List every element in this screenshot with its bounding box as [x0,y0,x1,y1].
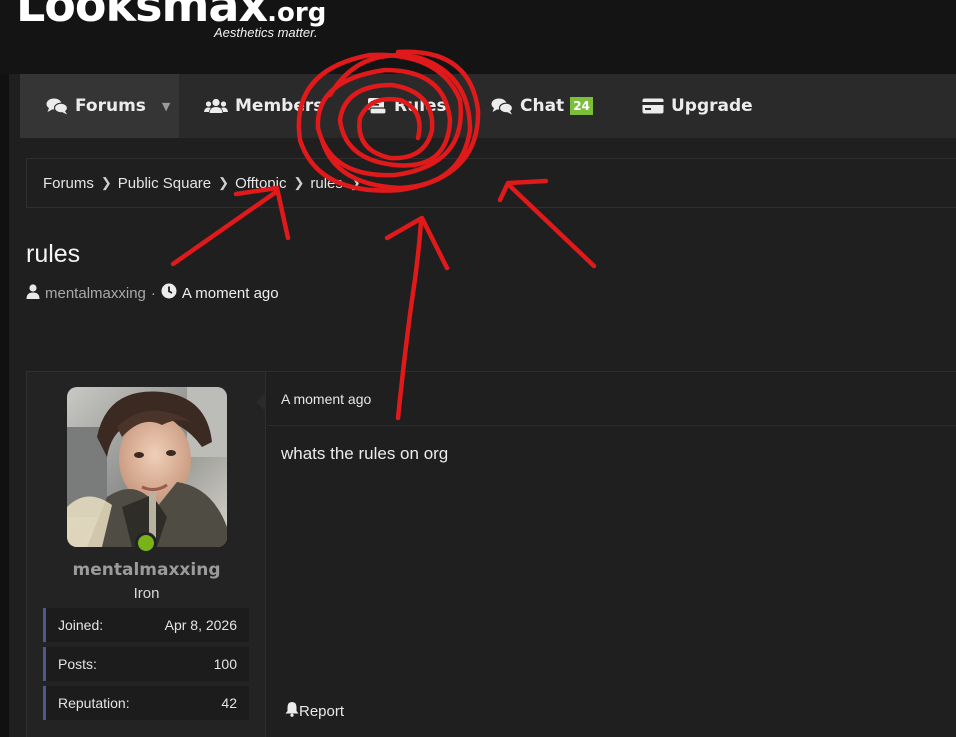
breadcrumb-item-forums[interactable]: Forums [43,175,94,192]
user-rank: Iron [133,585,160,602]
nav-forums-label: Forums [75,96,146,116]
thread-author-link[interactable]: mentalmaxxing [45,285,146,302]
chevron-right-icon: ❯ [293,175,305,190]
stat-label: Joined: [58,617,104,633]
thread-meta: mentalmaxxing · A moment ago [26,283,279,303]
book-icon [367,97,387,115]
breadcrumb-item-offtopic[interactable]: Offtopic [235,175,286,192]
nav-forums[interactable]: Forums ▼ [20,74,179,138]
user-icon [26,283,40,303]
thread-time-link[interactable]: A moment ago [182,285,279,302]
nav-chat-label: Chat [520,96,565,116]
main-navigation: Forums ▼ Members Rules Chat 24 Upgrade [20,74,956,138]
post-header-divider [267,425,956,426]
chat-count-badge: 24 [570,97,593,115]
stat-label: Posts: [58,656,97,672]
chevron-down-icon[interactable]: ▼ [162,100,170,113]
stat-value: 42 [221,695,237,711]
thread-title: rules [26,240,81,268]
post-username[interactable]: mentalmaxxing [27,560,266,580]
site-header: Looksmax.org Aesthetics matter. [0,0,956,74]
chat-icon [491,97,513,115]
bell-icon [285,701,299,721]
post-user-panel: mentalmaxxing Iron Joined: Apr 8, 2026 P… [27,372,266,737]
users-icon [204,98,228,114]
nav-rules-label: Rules [394,96,447,116]
report-label: Report [299,702,345,720]
credit-card-icon [642,98,664,114]
nav-members-label: Members [235,96,324,116]
stat-value: 100 [213,656,237,672]
report-button[interactable]: Report [285,701,344,721]
online-status-indicator [135,532,157,554]
nav-members[interactable]: Members [204,74,323,138]
avatar[interactable] [67,387,227,547]
nav-chat[interactable]: Chat 24 [491,74,593,138]
post-date-link[interactable]: A moment ago [281,391,371,407]
breadcrumb-item-rules[interactable]: rules [310,175,343,192]
chevron-right-icon: ❯ [349,175,361,190]
breadcrumb: Forums ❯ Public Square ❯ Offtopic ❯ rule… [26,158,956,208]
stat-value: Apr 8, 2026 [164,617,237,633]
post-pointer-arrow [256,392,266,412]
comments-icon [46,97,68,115]
site-tagline: Aesthetics matter. [214,25,318,40]
nav-upgrade-label: Upgrade [671,96,753,116]
meta-separator: · [150,284,156,302]
clock-icon [161,283,177,303]
post: mentalmaxxing Iron Joined: Apr 8, 2026 P… [26,371,956,737]
nav-rules[interactable]: Rules [367,74,447,138]
post-body: whats the rules on org [281,444,449,463]
breadcrumb-item-public-square[interactable]: Public Square [118,175,211,192]
stat-joined: Joined: Apr 8, 2026 [43,608,249,642]
nav-upgrade[interactable]: Upgrade [642,74,753,138]
stat-posts: Posts: 100 [43,647,249,681]
chevron-right-icon: ❯ [100,175,112,190]
stat-reputation: Reputation: 42 [43,686,249,720]
stat-label: Reputation: [58,695,130,711]
chevron-right-icon: ❯ [218,175,230,190]
logo-tld: .org [267,0,327,28]
